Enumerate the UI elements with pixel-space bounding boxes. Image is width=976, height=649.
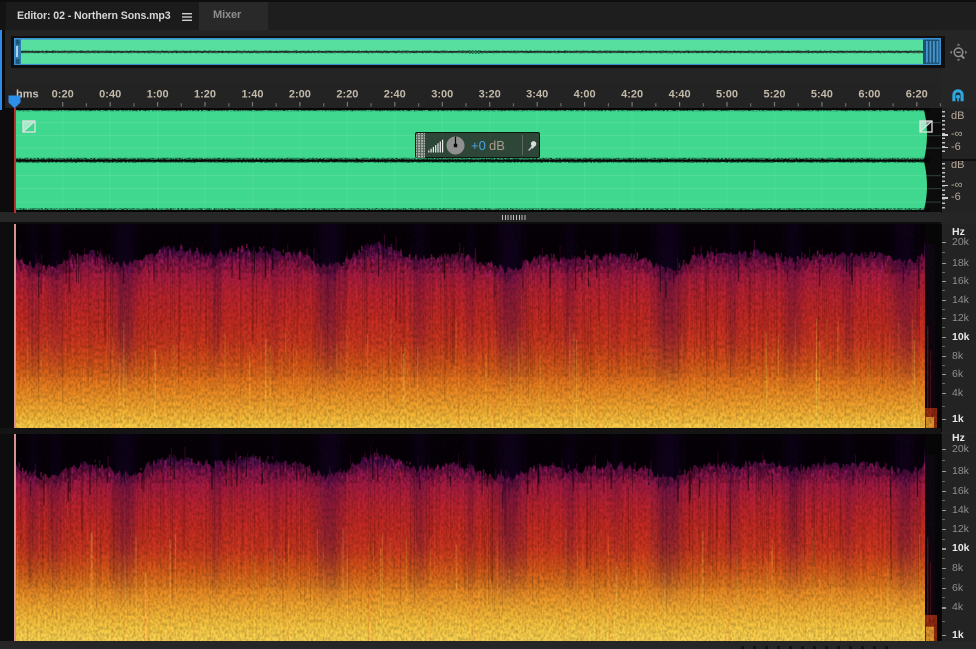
svg-text:2:00: 2:00 [289,89,311,101]
svg-text:5:20: 5:20 [763,89,785,101]
svg-text:4:40: 4:40 [669,89,691,101]
svg-text:4:20: 4:20 [621,89,643,101]
svg-text:5:00: 5:00 [716,89,738,101]
svg-text:2:20: 2:20 [336,89,358,101]
svg-text:3:00: 3:00 [431,89,453,101]
svg-text:2:40: 2:40 [384,89,406,101]
svg-text:6:00: 6:00 [858,89,880,101]
svg-text:3:40: 3:40 [526,89,548,101]
svg-text:1:40: 1:40 [241,89,263,101]
svg-text:3:20: 3:20 [479,89,501,101]
svg-text:0:20: 0:20 [52,89,74,101]
svg-text:4:00: 4:00 [574,89,596,101]
svg-text:0:40: 0:40 [99,89,121,101]
svg-text:1:20: 1:20 [194,89,216,101]
svg-text:1:00: 1:00 [147,89,169,101]
svg-text:6:20: 6:20 [906,89,928,101]
svg-text:5:40: 5:40 [811,89,833,101]
